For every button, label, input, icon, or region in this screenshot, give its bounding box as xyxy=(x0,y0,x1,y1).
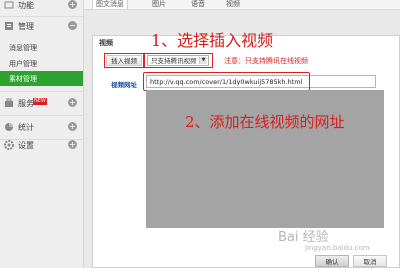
url-label: 视频网址 xyxy=(111,81,137,89)
baidu-watermark: Bai 经验 xyxy=(278,230,329,245)
divider xyxy=(0,115,83,116)
tab-bar: 图文消息 图片 语音 视频 xyxy=(84,0,400,10)
function-icon xyxy=(3,0,15,11)
divider xyxy=(0,91,83,92)
collapse-icon[interactable]: − xyxy=(68,21,77,30)
sidebar-item-manage[interactable]: 管理 − xyxy=(0,16,83,36)
video-dialog: 视频 插入视频 只支持腾讯视频 ▼ 注意：只支持腾讯在线视频 视频网址 http… xyxy=(92,35,400,268)
annotation-step2: 2、添加在线视频的网址 xyxy=(185,113,345,131)
dialog-title: 视频 xyxy=(99,39,113,47)
sidebar-subitem-users[interactable]: 用户管理 xyxy=(0,56,83,71)
stats-icon xyxy=(3,121,15,133)
url-highlight xyxy=(143,72,310,91)
sidebar-item-service[interactable]: 服务 NEW + xyxy=(0,93,83,113)
watermark-url: jingyan.baidu.com xyxy=(305,244,370,252)
tab-news[interactable]: 图文消息 xyxy=(92,0,128,9)
sidebar-item-stats[interactable]: 统计 + xyxy=(0,117,83,137)
sidebar-subitem-messages[interactable]: 消息管理 xyxy=(0,40,83,55)
cancel-button[interactable]: 取消 xyxy=(353,255,387,267)
expand-icon[interactable]: + xyxy=(68,0,77,9)
insert-highlight xyxy=(104,53,144,68)
select-highlight xyxy=(144,53,213,68)
sidebar-subitem-materials[interactable]: 素材管理 xyxy=(0,71,83,86)
annotation-step1: 1、选择插入视频 xyxy=(151,31,274,50)
manage-icon xyxy=(3,20,15,32)
sidebar-item-function[interactable]: 功能 + xyxy=(0,0,83,15)
service-icon xyxy=(3,97,15,109)
new-badge: NEW xyxy=(33,98,47,105)
tab-voice[interactable]: 语音 xyxy=(191,0,205,9)
expand-icon[interactable]: + xyxy=(68,122,77,131)
sidebar-item-settings[interactable]: 设置 + xyxy=(0,135,83,155)
tab-images[interactable]: 图片 xyxy=(152,0,166,9)
tab-video[interactable]: 视频 xyxy=(226,0,240,9)
sidebar: 功能 + 管理 − 消息管理 用户管理 素材管理 服务 NEW + 统计 + 设… xyxy=(0,0,84,268)
expand-icon[interactable]: + xyxy=(68,140,77,149)
source-note: 注意：只支持腾讯在线视频 xyxy=(224,57,308,65)
expand-icon[interactable]: + xyxy=(68,98,77,107)
gear-icon xyxy=(3,139,15,151)
confirm-button[interactable]: 确认 xyxy=(315,255,349,267)
